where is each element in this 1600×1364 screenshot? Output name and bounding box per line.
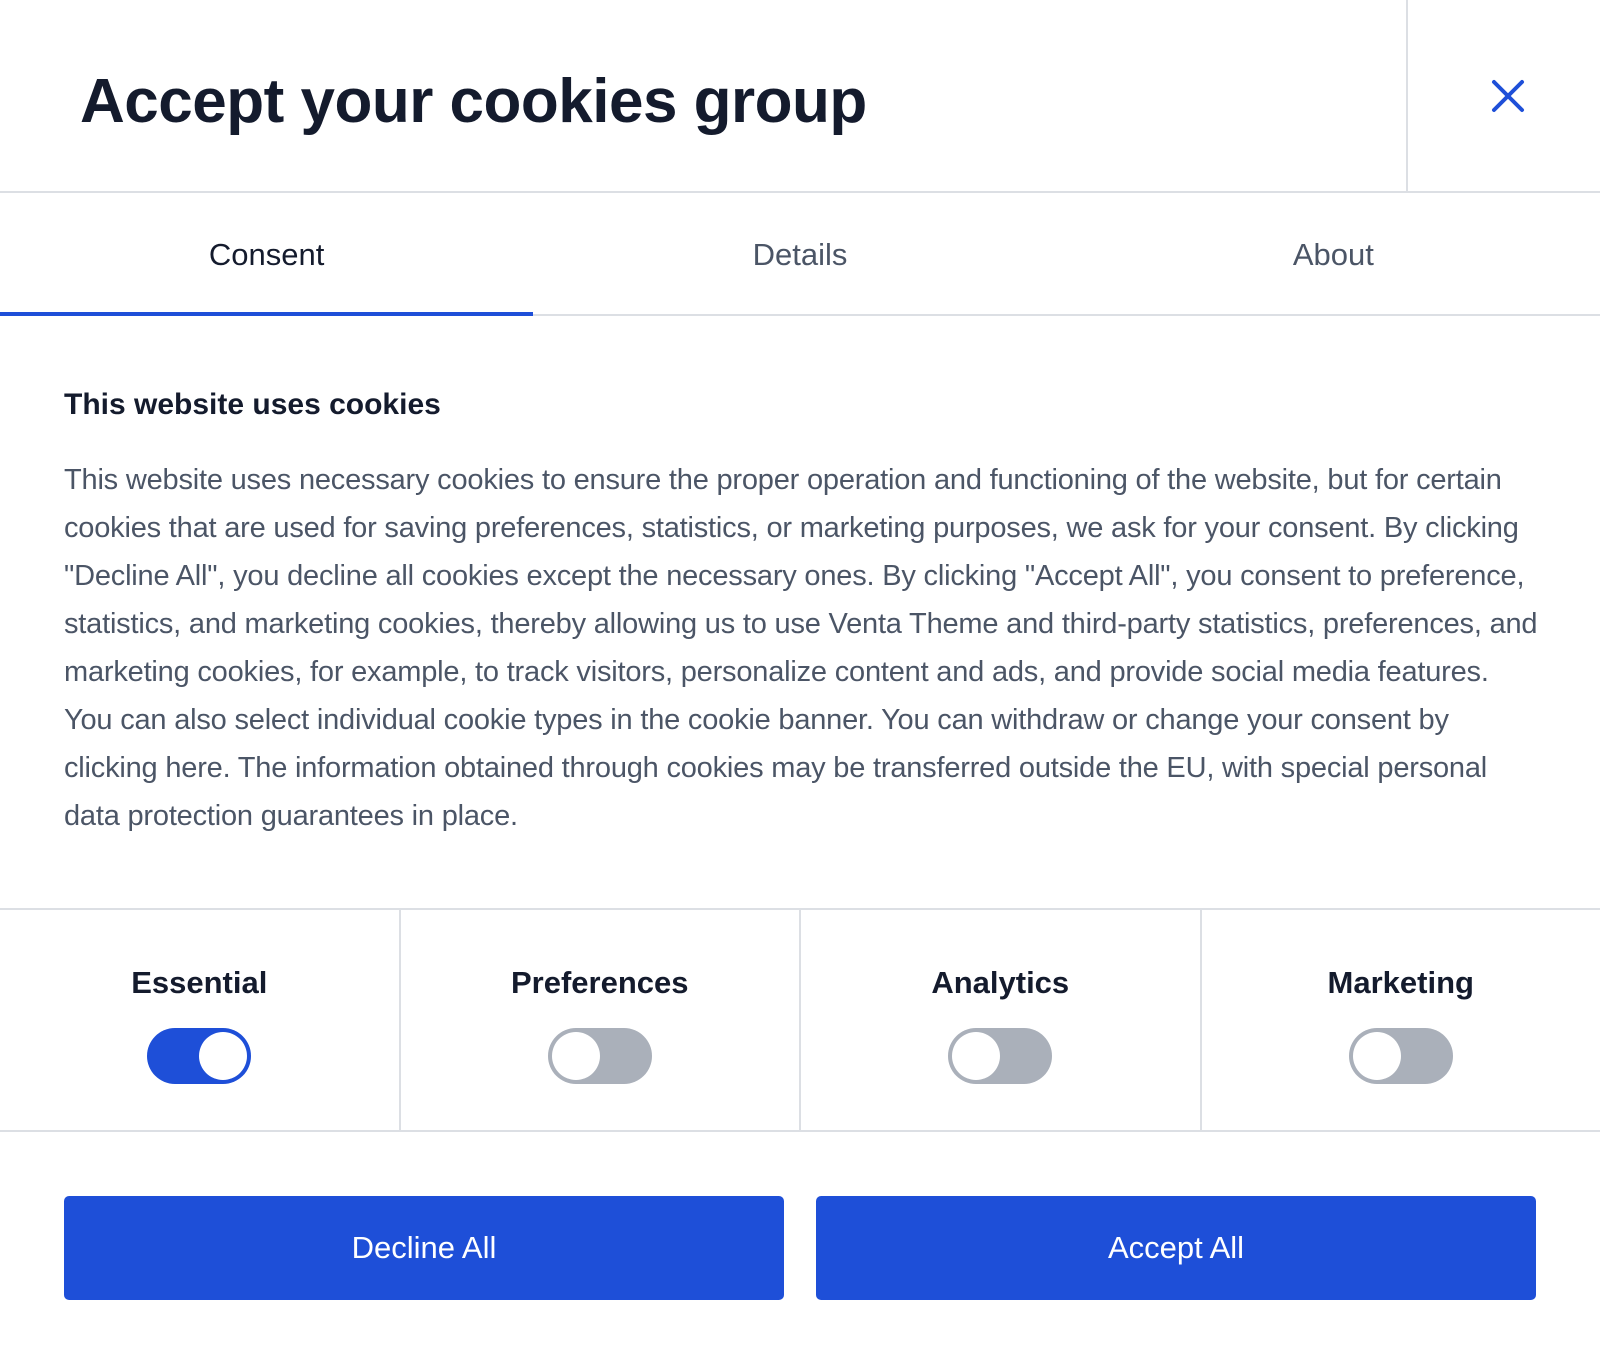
category-essential: Essential (0, 910, 401, 1130)
preferences-toggle[interactable] (547, 1028, 652, 1084)
close-icon (1492, 80, 1524, 112)
category-preferences: Preferences (401, 910, 801, 1130)
decline-all-button[interactable]: Decline All (64, 1196, 784, 1300)
accept-all-button[interactable]: Accept All (816, 1196, 1536, 1300)
analytics-toggle[interactable] (948, 1028, 1053, 1084)
tab-about[interactable]: About (1067, 193, 1600, 314)
category-label: Analytics (931, 965, 1070, 1000)
consent-description: This website uses necessary cookies to e… (64, 464, 1538, 832)
dialog-title: Accept your cookies group (80, 67, 867, 136)
tab-consent[interactable]: Consent (0, 193, 534, 316)
consent-heading: This website uses cookies (64, 388, 441, 421)
consent-panel: This website uses cookies This website u… (64, 380, 1540, 840)
marketing-toggle[interactable] (1348, 1028, 1453, 1084)
toggle-knob (551, 1032, 600, 1080)
toggle-knob (1352, 1032, 1401, 1080)
close-button[interactable] (1406, 0, 1600, 191)
tab-details[interactable]: Details (533, 193, 1066, 314)
category-marketing: Marketing (1202, 910, 1600, 1130)
dialog-header: Accept your cookies group (0, 0, 1600, 193)
cookie-categories: Essential Preferences Analytics Marketin… (0, 908, 1600, 1132)
category-label: Marketing (1327, 965, 1474, 1000)
category-label: Preferences (510, 965, 689, 1000)
category-analytics: Analytics (801, 910, 1202, 1130)
cookie-consent-dialog: Accept your cookies group Consent Detail… (0, 0, 1600, 1364)
category-label: Essential (131, 965, 268, 1000)
essential-toggle[interactable] (147, 1028, 252, 1084)
tab-bar: Consent Details About (0, 193, 1600, 316)
toggle-knob (199, 1032, 248, 1080)
toggle-knob (952, 1032, 1001, 1080)
